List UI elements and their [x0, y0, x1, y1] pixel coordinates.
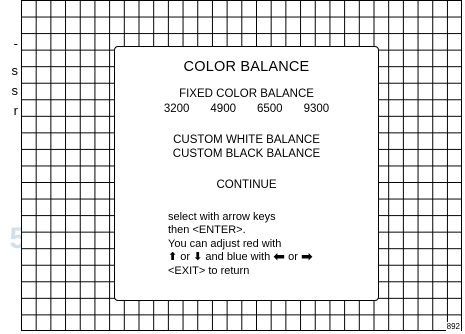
fixed-color-balance-label: FIXED COLOR BALANCE [179, 88, 314, 100]
arrow-right-icon: ➡︎ [300, 248, 313, 265]
temperature-options: 3200 4900 6500 9300 [115, 103, 378, 115]
color-balance-menu: COLOR BALANCE FIXED COLOR BALANCE 3200 4… [114, 46, 379, 301]
instructions-text: select with arrow keys then <ENTER>. You… [168, 211, 313, 278]
left-text-fragments: - s s r [0, 0, 20, 334]
instruction-line-4: ⬆︎ or ⬇︎ and blue with ⬅︎ or ➡︎ [168, 248, 313, 265]
or-text-1: or [180, 251, 191, 264]
continue-item[interactable]: CONTINUE [115, 179, 378, 191]
figure-id-label: 892 [445, 322, 461, 331]
and-blue-text: and blue with [205, 251, 271, 264]
custom-white-balance-item[interactable]: CUSTOM WHITE BALANCE [115, 134, 378, 146]
left-fragment-4: r [13, 103, 18, 118]
temp-option-9300[interactable]: 9300 [304, 103, 330, 115]
left-fragment-2: s [11, 63, 19, 78]
arrow-up-icon: ⬆︎ [168, 251, 178, 264]
instruction-line-5: <EXIT> to return [168, 264, 250, 277]
arrow-down-icon: ⬇︎ [193, 251, 203, 264]
instruction-line-3: You can adjust red with [168, 237, 282, 250]
custom-black-balance-item[interactable]: CUSTOM BLACK BALANCE [115, 148, 378, 160]
arrow-left-icon: ⬅︎ [273, 248, 286, 265]
menu-title: COLOR BALANCE [183, 59, 310, 75]
temp-option-6500[interactable]: 6500 [257, 103, 283, 115]
left-fragment-3: s [11, 83, 19, 98]
temp-option-4900[interactable]: 4900 [210, 103, 236, 115]
instruction-line-2: then <ENTER>. [168, 224, 246, 237]
or-text-2: or [288, 251, 298, 264]
temp-option-3200[interactable]: 3200 [164, 103, 190, 115]
left-fragment-1: - [13, 36, 18, 51]
instruction-line-1: select with arrow keys [168, 211, 276, 223]
